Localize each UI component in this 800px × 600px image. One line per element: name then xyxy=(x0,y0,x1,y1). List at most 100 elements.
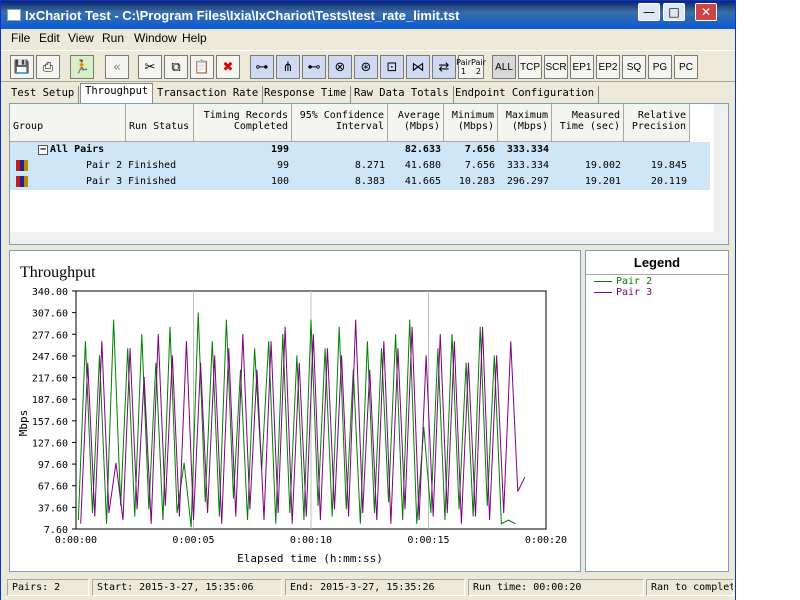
filter-ep2[interactable]: EP2 xyxy=(596,55,620,79)
tab-endpoint-configuration[interactable]: Endpoint Configuration xyxy=(451,86,600,103)
back-arrows-icon[interactable]: « xyxy=(105,55,129,79)
y-tick-label: 217.60 xyxy=(32,374,68,385)
y-tick-label: 340.00 xyxy=(32,287,68,298)
pair-icon[interactable]: ⊶ xyxy=(250,55,274,79)
pair-group-icon[interactable]: ⋈ xyxy=(406,55,430,79)
maximize-button[interactable]: □ xyxy=(663,3,685,21)
status-state: Ran to completion xyxy=(646,579,734,596)
group-icon[interactable]: ⊗ xyxy=(328,55,352,79)
time-value: 19.002 xyxy=(584,160,621,171)
pair-swap-icon[interactable]: ⇄ xyxy=(432,55,456,79)
y-tick-label: 277.60 xyxy=(32,330,68,341)
x-tick-label: 0:00:15 xyxy=(407,535,449,546)
x-tick-label: 0:00:00 xyxy=(55,535,97,546)
filter-tcp[interactable]: TCP xyxy=(518,55,542,79)
y-tick-label: 307.60 xyxy=(32,309,68,320)
time-value: 19.201 xyxy=(584,176,621,187)
filter-pc[interactable]: PC xyxy=(674,55,698,79)
average-value: 82.633 xyxy=(404,144,441,155)
col-group[interactable]: Group xyxy=(10,104,126,142)
y-tick-label: 187.60 xyxy=(32,395,68,406)
y-tick-label: 247.60 xyxy=(32,352,68,363)
status-start: Start: 2015-3-27, 15:35:06 xyxy=(92,579,282,596)
filter-ep1[interactable]: EP1 xyxy=(570,55,594,79)
x-tick-label: 0:00:05 xyxy=(172,535,214,546)
filter-sq[interactable]: SQ xyxy=(622,55,646,79)
col-relative-precision[interactable]: Relative Precision xyxy=(624,104,690,142)
col-measured-time[interactable]: Measured Time (sec) xyxy=(552,104,624,142)
col-minimum[interactable]: Minimum (Mbps) xyxy=(444,104,498,142)
status-pairs: Pairs: 2 xyxy=(7,579,89,596)
menu-run[interactable]: Run xyxy=(102,31,124,45)
average-value: 41.665 xyxy=(404,176,441,187)
menu-window[interactable]: Window xyxy=(134,31,177,45)
status-end: End: 2015-3-27, 15:35:26 xyxy=(285,579,465,596)
save-icon[interactable]: 💾 xyxy=(10,55,34,79)
run-status: Finished xyxy=(128,160,177,171)
minimum-value: 10.283 xyxy=(458,176,495,187)
y-tick-label: 67.60 xyxy=(38,482,68,493)
col-confidence[interactable]: 95% Confidence Interval xyxy=(292,104,388,142)
paste-icon[interactable]: 📋 xyxy=(190,55,214,79)
pair-name: Pair 3 xyxy=(86,176,123,187)
close-button[interactable]: ✕ xyxy=(695,3,717,21)
table-row[interactable]: Pair 2 Finished 99 8.271 41.680 7.656 33… xyxy=(10,158,710,174)
tab-throughput[interactable]: Throughput xyxy=(80,83,154,103)
copy-icon[interactable]: ⧉ xyxy=(164,55,188,79)
tab-raw-data-totals[interactable]: Raw Data Totals xyxy=(350,86,454,103)
results-grid[interactable]: Group Run Status Timing Records Completed… xyxy=(9,103,729,245)
pair-toggle-button[interactable]: Pair 1 Pair 2 xyxy=(456,55,486,79)
precision-value: 20.119 xyxy=(650,176,687,187)
pair-2-label: Pair 2 xyxy=(471,58,486,76)
ci-value: 8.271 xyxy=(354,160,385,171)
x-tick-label: 0:00:10 xyxy=(290,535,332,546)
window-title: IxChariot Test - C:\Program Files\Ixia\I… xyxy=(25,8,460,23)
multicast-icon[interactable]: ⋔ xyxy=(276,55,300,79)
col-run-status[interactable]: Run Status xyxy=(126,104,194,142)
minimize-button[interactable]: — xyxy=(638,3,660,21)
maximum-value: 296.297 xyxy=(506,176,549,187)
menu-edit[interactable]: Edit xyxy=(39,31,60,45)
throughput-chart: Throughput 340.00 307.60 277.60 247.60 217.6… xyxy=(17,264,567,565)
legend-item-pair-3[interactable]: Pair 3 xyxy=(594,287,652,298)
grid-vertical-scrollbar[interactable] xyxy=(714,104,728,232)
run-icon[interactable]: 🏃 xyxy=(70,55,94,79)
tab-response-time[interactable]: Response Time xyxy=(260,86,352,103)
menu-file[interactable]: File xyxy=(11,31,30,45)
mpair-icon[interactable]: ⊷ xyxy=(302,55,326,79)
precision-value: 19.845 xyxy=(650,160,687,171)
pair-1-label: Pair 1 xyxy=(456,58,471,76)
cut-icon[interactable]: ✂ xyxy=(138,55,162,79)
col-maximum[interactable]: Maximum (Mbps) xyxy=(498,104,552,142)
menu-view[interactable]: View xyxy=(68,31,94,45)
y-tick-label: 127.60 xyxy=(32,438,68,449)
group2-icon[interactable]: ⊛ xyxy=(354,55,378,79)
records-value: 100 xyxy=(270,176,289,187)
y-tick-label: 37.60 xyxy=(38,503,68,514)
records-value: 99 xyxy=(276,160,289,171)
menu-help[interactable]: Help xyxy=(182,31,207,45)
col-timing-records[interactable]: Timing Records Completed xyxy=(194,104,292,142)
table-row[interactable]: Pair 3 Finished 100 8.383 41.665 10.283 … xyxy=(10,174,710,190)
title-bar[interactable]: IxChariot Test - C:\Program Files\Ixia\I… xyxy=(1,1,735,29)
delete-icon[interactable]: ✖ xyxy=(216,55,240,79)
records-value: 199 xyxy=(270,144,289,155)
y-tick-label: 157.60 xyxy=(32,417,68,428)
pair-icon xyxy=(16,160,28,171)
maximum-value: 333.334 xyxy=(506,160,549,171)
filter-all[interactable]: ALL xyxy=(492,55,516,79)
menu-bar: File Edit View Run Window Help xyxy=(1,29,735,48)
table-row-all-pairs[interactable]: − All Pairs 199 82.633 7.656 333.334 xyxy=(10,142,710,158)
print-icon[interactable]: ⎙ xyxy=(36,55,60,79)
collapse-toggle[interactable]: − xyxy=(38,145,48,155)
filter-scr[interactable]: SCR xyxy=(544,55,568,79)
col-average[interactable]: Average (Mbps) xyxy=(388,104,444,142)
pair-edit-icon[interactable]: ⊡ xyxy=(380,55,404,79)
tab-transaction-rate[interactable]: Transaction Rate xyxy=(153,86,264,103)
tab-test-setup[interactable]: Test Setup xyxy=(7,86,80,103)
ci-value: 8.383 xyxy=(354,176,385,187)
y-tick-label: 97.60 xyxy=(38,460,68,471)
grid-horizontal-scrollbar[interactable] xyxy=(10,232,728,244)
legend-item-pair-2[interactable]: Pair 2 xyxy=(594,276,652,287)
filter-pg[interactable]: PG xyxy=(648,55,672,79)
